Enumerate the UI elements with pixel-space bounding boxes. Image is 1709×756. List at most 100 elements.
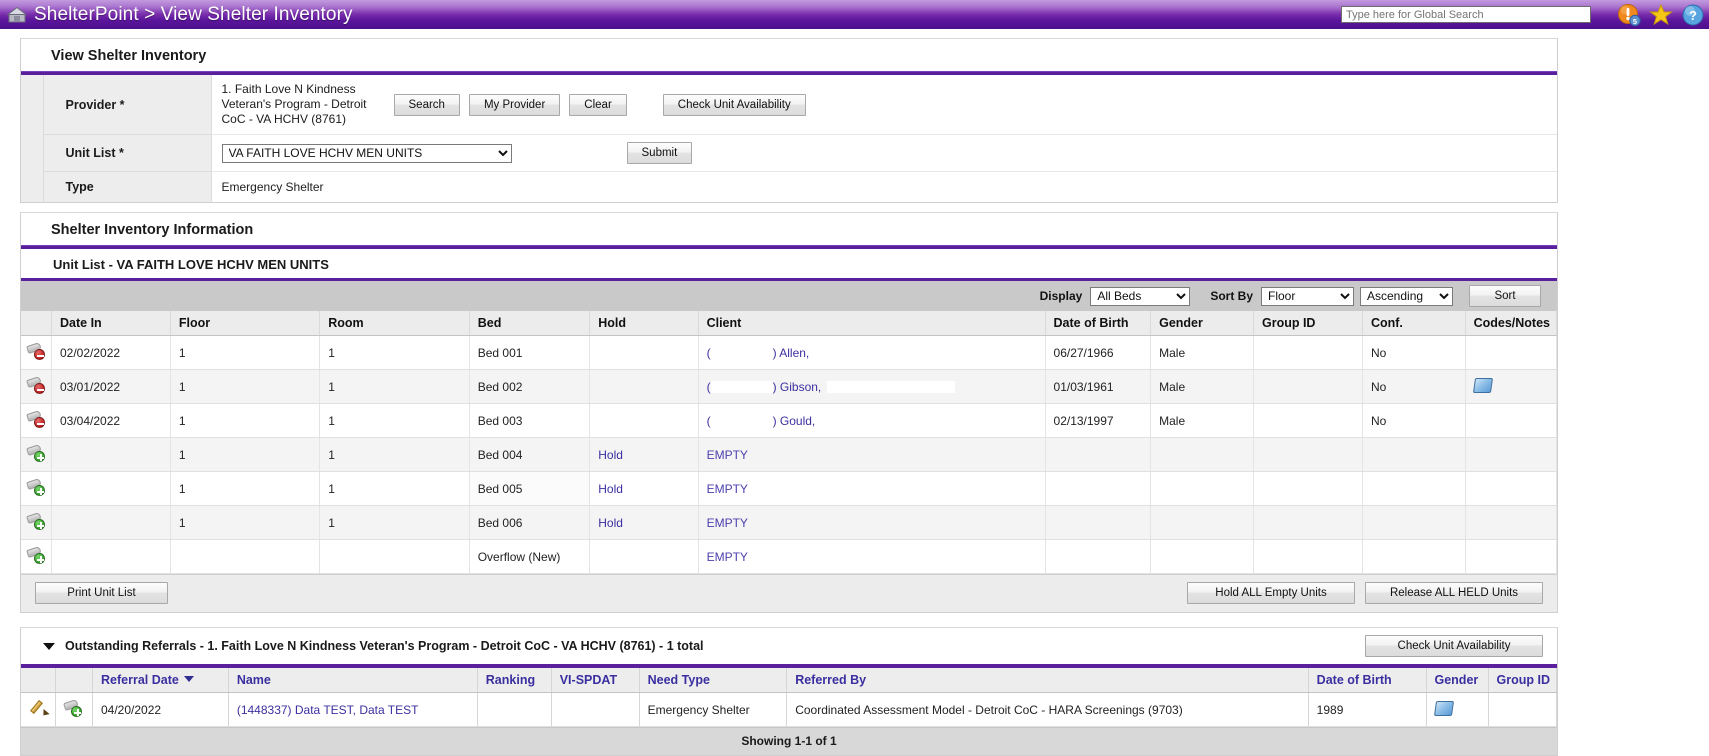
col-name[interactable]: Name [228, 668, 478, 693]
provider-search-button[interactable]: Search [393, 93, 460, 116]
table-row[interactable]: 03/04/2022 1 1 Bed 003() Gould, 02/13/1997 Ma… [21, 403, 1558, 438]
client-empty-link[interactable]: EMPTY [707, 448, 748, 462]
cell-hold[interactable] [589, 335, 699, 370]
col-ref-gender[interactable]: Gender [1426, 668, 1489, 693]
row-action-icon-cell[interactable] [21, 369, 52, 404]
cell-client[interactable]: EMPTY [698, 471, 1046, 506]
table-row[interactable]: 1 1 Bed 006 Hold EMPTY [21, 505, 1558, 540]
hold-link[interactable]: Hold [598, 482, 623, 496]
check-unit-availability-button-referrals[interactable]: Check Unit Availability [1365, 635, 1543, 657]
row-action-icon-cell[interactable] [21, 539, 52, 574]
cell-codes-notes[interactable] [1465, 369, 1558, 404]
sort-by-select[interactable]: Floor [1261, 286, 1354, 306]
col-conf[interactable]: Conf. [1362, 311, 1466, 336]
sort-button[interactable]: Sort [1469, 285, 1541, 307]
row-action-icon-cell[interactable] [21, 505, 52, 540]
bed-empty-icon[interactable] [26, 477, 49, 497]
alert-icon[interactable]: 5 [1617, 3, 1641, 27]
pencil-icon[interactable] [30, 699, 50, 718]
bed-empty-icon[interactable] [26, 443, 49, 463]
table-row[interactable]: Overflow (New) EMPTY [21, 539, 1558, 574]
help-icon[interactable]: ? [1681, 3, 1705, 27]
display-select[interactable]: All Beds [1090, 286, 1191, 306]
notes-icon[interactable] [1472, 377, 1493, 393]
cell-codes-notes[interactable] [1465, 403, 1558, 438]
cell-client[interactable]: EMPTY [698, 437, 1046, 472]
table-row[interactable]: 1 1 Bed 004 Hold EMPTY [21, 437, 1558, 472]
client-link[interactable]: () Allen, [707, 346, 810, 360]
hold-link[interactable]: Hold [598, 448, 623, 462]
collapse-caret-icon[interactable] [43, 642, 55, 650]
submit-button[interactable]: Submit [626, 142, 693, 164]
print-unit-list-button[interactable]: Print Unit List [35, 582, 168, 604]
col-date-in[interactable]: Date In [51, 311, 171, 336]
col-codes-notes[interactable]: Codes/Notes [1465, 311, 1558, 336]
cell-codes-notes[interactable] [1465, 539, 1558, 574]
client-empty-link[interactable]: EMPTY [707, 550, 748, 564]
col-need-type[interactable]: Need Type [639, 668, 788, 693]
cell-hold[interactable] [589, 539, 699, 574]
cell-codes-notes[interactable] [1465, 335, 1558, 370]
bed-occupied-icon[interactable] [26, 409, 49, 429]
col-hold[interactable]: Hold [589, 311, 699, 336]
release-all-held-units-button[interactable]: Release ALL HELD Units [1365, 582, 1543, 604]
cell-hold[interactable]: Hold [589, 471, 699, 506]
table-row[interactable]: 04/20/2022 (1448337) Data TEST, Data TEST… [21, 692, 1558, 727]
col-room[interactable]: Room [319, 311, 470, 336]
row-action-icon-cell[interactable] [21, 471, 52, 506]
col-dob[interactable]: Date of Birth [1045, 311, 1152, 336]
cell-client[interactable]: EMPTY [698, 505, 1046, 540]
cell-hold[interactable]: Hold [589, 505, 699, 540]
my-provider-button[interactable]: My Provider [468, 93, 561, 116]
cell-client[interactable]: () Gould, [698, 403, 1046, 438]
cell-hold[interactable]: Hold [589, 437, 699, 472]
row-action-icon-cell[interactable] [21, 403, 52, 438]
col-ranking[interactable]: Ranking [477, 668, 552, 693]
col-client[interactable]: Client [698, 311, 1046, 336]
client-link[interactable]: () Gibson, [707, 380, 956, 394]
hold-all-empty-units-button[interactable]: Hold ALL Empty Units [1187, 582, 1355, 604]
cell-ref-gender[interactable] [1426, 692, 1489, 727]
check-unit-availability-button-top[interactable]: Check Unit Availability [662, 93, 806, 116]
client-link[interactable]: () Gould, [707, 414, 816, 428]
bed-empty-icon[interactable] [63, 698, 86, 718]
col-referred-by[interactable]: Referred By [786, 668, 1309, 693]
col-ref-group-id[interactable]: Group ID [1488, 668, 1558, 693]
global-search-input[interactable] [1341, 6, 1591, 23]
col-vi-spdat[interactable]: VI-SPDAT [551, 668, 640, 693]
col-referral-date[interactable]: Referral Date [92, 668, 229, 693]
cell-codes-notes[interactable] [1465, 471, 1558, 506]
referral-name-link[interactable]: (1448337) Data TEST, Data TEST [237, 703, 419, 717]
col-bed[interactable]: Bed [469, 311, 591, 336]
favorite-star-icon[interactable] [1649, 3, 1673, 27]
cell-client[interactable]: EMPTY [698, 539, 1046, 574]
col-group-id[interactable]: Group ID [1253, 311, 1363, 336]
cell-assign[interactable] [55, 692, 93, 727]
client-empty-link[interactable]: EMPTY [707, 516, 748, 530]
clear-provider-button[interactable]: Clear [569, 93, 627, 116]
cell-codes-notes[interactable] [1465, 437, 1558, 472]
cell-codes-notes[interactable] [1465, 505, 1558, 540]
unit-list-select[interactable]: VA FAITH LOVE HCHV MEN UNITS [221, 143, 512, 163]
sort-direction-select[interactable]: Ascending [1360, 286, 1453, 306]
bed-occupied-icon[interactable] [26, 375, 49, 395]
cell-client[interactable]: () Gibson, [698, 369, 1046, 404]
bed-empty-icon[interactable] [26, 511, 49, 531]
table-row[interactable]: 1 1 Bed 005 Hold EMPTY [21, 471, 1558, 506]
bed-empty-icon[interactable] [26, 545, 49, 565]
cell-hold[interactable] [589, 403, 699, 438]
hold-link[interactable]: Hold [598, 516, 623, 530]
bed-occupied-icon[interactable] [26, 341, 49, 361]
table-row[interactable]: 03/01/2022 1 1 Bed 002() Gibson, 01/03/1961 M… [21, 369, 1558, 404]
col-gender[interactable]: Gender [1150, 311, 1254, 336]
client-empty-link[interactable]: EMPTY [707, 482, 748, 496]
cell-hold[interactable] [589, 369, 699, 404]
cell-name[interactable]: (1448337) Data TEST, Data TEST [228, 692, 478, 727]
cell-edit[interactable] [21, 692, 56, 727]
cell-client[interactable]: () Allen, [698, 335, 1046, 370]
row-action-icon-cell[interactable] [21, 437, 52, 472]
col-floor[interactable]: Floor [170, 311, 321, 336]
col-ref-dob[interactable]: Date of Birth [1308, 668, 1427, 693]
table-row[interactable]: 02/02/2022 1 1 Bed 001() Allen, 06/27/1966 Ma… [21, 335, 1558, 370]
row-action-icon-cell[interactable] [21, 335, 52, 370]
